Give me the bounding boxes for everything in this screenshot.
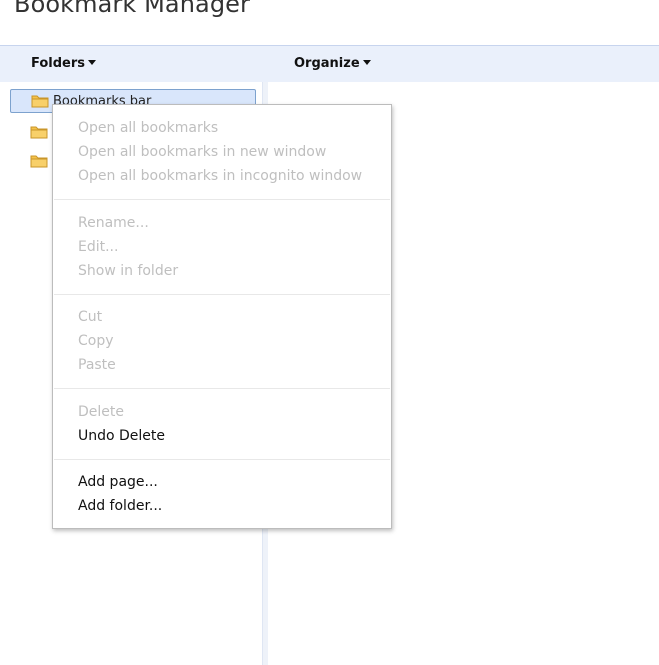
tree-item-folder[interactable] bbox=[10, 149, 52, 173]
menu-separator bbox=[54, 388, 390, 389]
menu-item-open-all-incognito[interactable]: Open all bookmarks in incognito window bbox=[78, 168, 362, 184]
caret-down-icon bbox=[88, 60, 97, 65]
organize-menu-button[interactable]: Organize bbox=[294, 56, 371, 71]
menu-item-show-in-folder[interactable]: Show in folder bbox=[78, 263, 178, 279]
menu-item-cut[interactable]: Cut bbox=[78, 309, 102, 325]
toolbar: Folders Organize bbox=[0, 45, 659, 82]
folder-icon bbox=[30, 125, 48, 139]
menu-item-open-all-new-window[interactable]: Open all bookmarks in new window bbox=[78, 144, 326, 160]
caret-down-icon bbox=[362, 60, 371, 65]
menu-item-edit[interactable]: Edit... bbox=[78, 239, 118, 255]
folders-menu-button[interactable]: Folders bbox=[31, 56, 97, 71]
menu-separator bbox=[54, 459, 390, 460]
folder-icon bbox=[30, 154, 48, 168]
menu-item-rename[interactable]: Rename... bbox=[78, 215, 149, 231]
menu-item-open-all[interactable]: Open all bookmarks bbox=[78, 120, 218, 136]
menu-item-paste[interactable]: Paste bbox=[78, 357, 116, 373]
menu-item-copy[interactable]: Copy bbox=[78, 333, 114, 349]
folder-icon bbox=[31, 94, 49, 108]
organize-menu-label: Organize bbox=[294, 56, 360, 71]
menu-item-delete[interactable]: Delete bbox=[78, 404, 124, 420]
folders-menu-label: Folders bbox=[31, 56, 86, 71]
menu-item-add-folder[interactable]: Add folder... bbox=[78, 498, 162, 514]
page-title: Bookmark Manager bbox=[14, 0, 251, 18]
menu-separator bbox=[54, 294, 390, 295]
menu-item-add-page[interactable]: Add page... bbox=[78, 474, 158, 490]
bookmark-manager-page: Bookmark Manager Folders Organize Bookma… bbox=[0, 0, 659, 665]
menu-item-undo-delete[interactable]: Undo Delete bbox=[78, 428, 165, 444]
menu-separator bbox=[54, 199, 390, 200]
context-menu: Open all bookmarks Open all bookmarks in… bbox=[52, 104, 392, 529]
tree-item-folder[interactable] bbox=[10, 120, 52, 144]
